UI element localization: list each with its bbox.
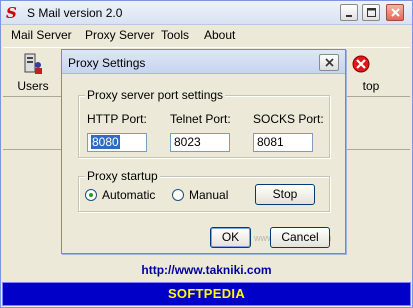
- minimize-icon: [346, 14, 352, 17]
- menu-bar: Mail Server Proxy Server Tools About: [1, 25, 412, 45]
- telnet-port-label: Telnet Port:: [170, 112, 231, 126]
- telnet-port-field[interactable]: 8023: [170, 133, 230, 152]
- window-title: S Mail version 2.0: [27, 6, 123, 20]
- close-button[interactable]: [386, 4, 404, 21]
- manual-radio[interactable]: [172, 189, 184, 201]
- proxy-startup-title: Proxy startup: [85, 169, 160, 183]
- users-label: Users: [17, 79, 49, 93]
- port-settings-title: Proxy server port settings: [85, 88, 226, 102]
- ok-button[interactable]: OK: [210, 227, 251, 248]
- manual-label[interactable]: Manual: [189, 188, 228, 202]
- socks-port-field[interactable]: 8081: [253, 133, 313, 152]
- dialog-title-bar[interactable]: Proxy Settings: [62, 50, 345, 74]
- stop-icon: [352, 55, 370, 73]
- footer-banner: SOFTPEDIA: [2, 282, 411, 306]
- title-bar[interactable]: S S Mail version 2.0: [1, 1, 412, 25]
- menu-proxy-server[interactable]: Proxy Server: [85, 28, 154, 42]
- footer-url-link[interactable]: http://www.takniki.com: [1, 263, 412, 277]
- http-port-label: HTTP Port:: [87, 112, 147, 126]
- menu-about[interactable]: About: [204, 28, 235, 42]
- menu-tools[interactable]: Tools: [161, 28, 189, 42]
- minimize-button[interactable]: [340, 4, 358, 21]
- app-icon: S: [6, 4, 17, 22]
- menu-mail-server[interactable]: Mail Server: [11, 28, 72, 42]
- socks-port-label: SOCKS Port:: [253, 112, 324, 126]
- cancel-button[interactable]: Cancel: [270, 227, 330, 248]
- http-port-value: 8080: [91, 135, 120, 149]
- automatic-radio[interactable]: [85, 189, 97, 201]
- maximize-button[interactable]: [362, 4, 380, 21]
- maximize-icon: [366, 8, 376, 17]
- dialog-close-button[interactable]: [319, 54, 339, 71]
- users-button[interactable]: Users: [9, 48, 57, 96]
- proxy-settings-dialog: Proxy Settings Proxy server port setting…: [61, 49, 346, 254]
- close-icon: [390, 8, 400, 17]
- stop-proxy-button[interactable]: Stop: [255, 184, 315, 205]
- close-icon: [324, 58, 334, 67]
- dialog-title: Proxy Settings: [68, 56, 146, 70]
- stop-toolbar-label: top: [362, 79, 380, 93]
- automatic-label[interactable]: Automatic: [102, 188, 155, 202]
- users-icon: [24, 53, 42, 74]
- http-port-field[interactable]: 8080: [87, 133, 147, 152]
- stop-toolbar-button[interactable]: top: [341, 48, 389, 96]
